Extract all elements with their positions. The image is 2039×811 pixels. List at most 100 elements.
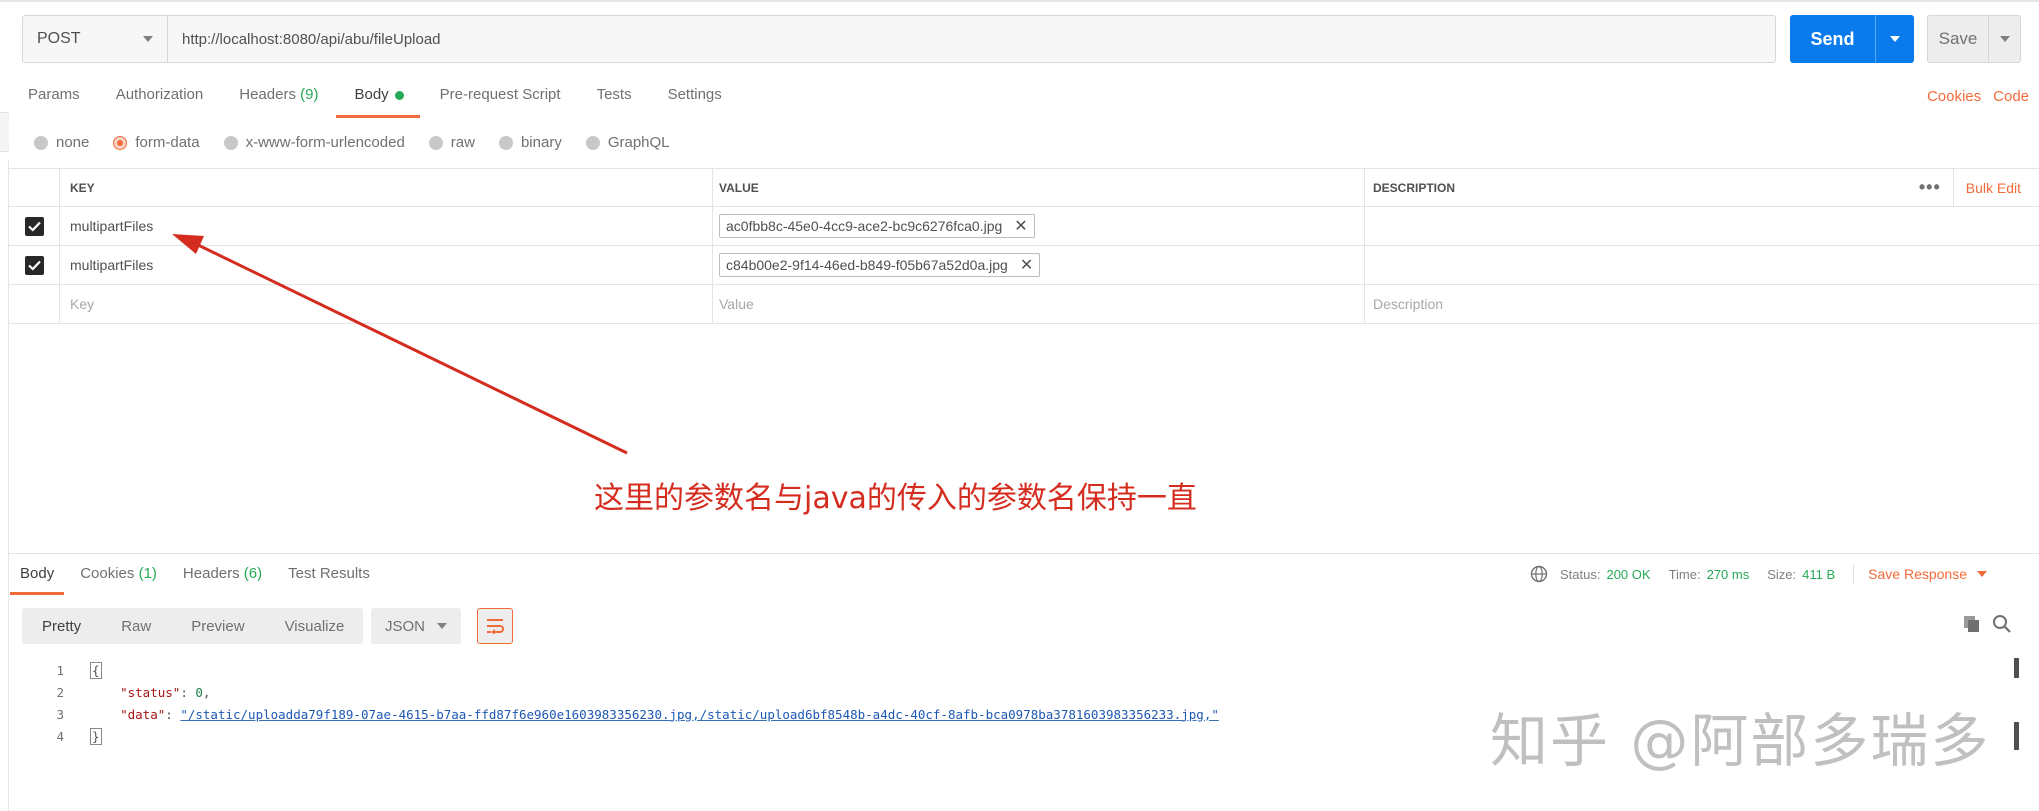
status-label: Status: [1560, 566, 1601, 582]
code-line: 1{ [40, 659, 1219, 681]
tab-label: Authorization [115, 86, 204, 103]
response-status-bar: Status: 200 OK Time: 270 ms Size: 411 B … [1530, 565, 1987, 583]
save-response-label: Save Response [1868, 566, 1967, 582]
tab-label: Settings [667, 86, 722, 103]
code-text: } [90, 727, 102, 745]
tab-response-cookies[interactable]: Cookies (1) [80, 565, 157, 593]
url-input[interactable]: http://localhost:8080/api/abu/fileUpload [168, 16, 1775, 62]
tab-headers[interactable]: Headers (9) [239, 86, 318, 118]
size-value[interactable]: 411 B [1802, 567, 1835, 582]
tab-label: Tests [596, 86, 632, 103]
tab-label: Cookies [80, 565, 135, 582]
key-cell[interactable]: multipartFiles [60, 207, 713, 245]
view-preview[interactable]: Preview [171, 608, 264, 644]
description-input[interactable]: Description [1365, 285, 2039, 323]
value-input[interactable]: Value [713, 285, 1365, 323]
row-checkbox[interactable] [24, 216, 44, 236]
response-tabs: Body Cookies (1) Headers (6) Test Result… [9, 565, 396, 595]
radio-x-www-form-urlencoded[interactable]: x-www-form-urlencoded [223, 134, 405, 151]
key-cell[interactable]: multipartFiles [60, 246, 713, 284]
section-divider [9, 553, 2039, 554]
value-cell[interactable]: c84b00e2-9f14-46ed-b849-f05b67a52d0a.jpg… [713, 246, 1365, 284]
chevron-down-icon [143, 36, 153, 42]
code-line: 3 "data": "/static/uploadda79f189-07ae-4… [40, 703, 1219, 725]
send-button[interactable]: Send [1790, 15, 1914, 63]
value-cell[interactable]: ac0fbb8c-45e0-4cc9-ace2-bc9c6276fca0.jpg… [713, 207, 1365, 245]
tab-label: Pre-request Script [439, 86, 561, 103]
radio-label: form-data [135, 134, 200, 151]
tab-tests[interactable]: Tests [597, 86, 632, 118]
send-label: Send [1810, 28, 1855, 49]
header-check-cell [9, 169, 60, 206]
watermark: 知乎 @阿部多瑞多 [1490, 707, 1991, 775]
save-label: Save [1938, 29, 1978, 48]
view-visualize[interactable]: Visualize [265, 608, 365, 644]
line-number: 3 [56, 706, 64, 722]
table-row-empty: Key Value Description [9, 285, 2039, 324]
copy-icon[interactable] [1962, 614, 1982, 634]
column-description: DESCRIPTION [1373, 180, 1456, 195]
column-key: KEY [60, 169, 713, 206]
wrap-icon [487, 619, 504, 634]
tab-response-body[interactable]: Body [9, 565, 65, 595]
tab-settings[interactable]: Settings [668, 86, 722, 118]
checkmark-icon [27, 260, 41, 271]
radio-icon [34, 135, 48, 150]
status-value[interactable]: 200 OK [1606, 567, 1650, 582]
remove-file-icon[interactable]: ✕ [1020, 255, 1033, 275]
tab-label: Body [354, 86, 389, 103]
file-chip: c84b00e2-9f14-46ed-b849-f05b67a52d0a.jpg… [719, 253, 1041, 277]
cookies-link[interactable]: Cookies [1927, 88, 1981, 105]
description-cell[interactable] [1365, 207, 2039, 245]
json-value-link[interactable]: "/static/uploadda79f189-07ae-4615-b7aa-f… [180, 707, 1219, 722]
json-key: "status" [120, 684, 181, 700]
line-number: 1 [56, 662, 64, 678]
save-options-button[interactable] [1989, 36, 2020, 42]
radio-form-data[interactable]: form-data [113, 134, 200, 151]
remove-file-icon[interactable]: ✕ [1014, 216, 1027, 236]
tab-authorization[interactable]: Authorization [116, 86, 204, 118]
radio-graphql[interactable]: GraphQL [585, 134, 670, 151]
save-button[interactable]: Save [1927, 15, 2021, 63]
tab-test-results[interactable]: Test Results [288, 565, 370, 593]
tab-label: Headers [182, 565, 240, 582]
scrollbar-thumb[interactable] [2014, 722, 2019, 750]
more-options-icon[interactable]: ••• [1907, 169, 1954, 206]
view-raw[interactable]: Raw [101, 608, 171, 644]
wrap-lines-button[interactable] [477, 608, 513, 644]
chevron-down-icon [1890, 36, 1900, 42]
tab-params[interactable]: Params [28, 86, 80, 118]
radio-binary[interactable]: binary [498, 134, 562, 151]
annotation-text: 这里的参数名与java的传入的参数名保持一直 [594, 481, 1197, 516]
radio-none[interactable]: none [34, 134, 89, 151]
view-pretty[interactable]: Pretty [22, 608, 101, 644]
file-name: ac0fbb8c-45e0-4cc9-ace2-bc9c6276fca0.jpg [726, 218, 1003, 234]
json-key: "data" [120, 706, 166, 722]
send-options-button[interactable] [1876, 36, 1914, 42]
scrollbar-thumb[interactable] [2014, 658, 2019, 678]
format-select[interactable]: JSON [371, 608, 461, 644]
code-line: 4} [40, 725, 1219, 747]
tab-body[interactable]: Body [336, 86, 420, 118]
time-value[interactable]: 270 ms [1707, 567, 1750, 582]
radio-label: binary [520, 134, 562, 151]
radio-label: none [56, 134, 90, 151]
key-input[interactable]: Key [60, 285, 713, 323]
bulk-edit-link[interactable]: Bulk Edit [1954, 180, 2039, 196]
radio-icon [498, 135, 513, 150]
body-type-options: none form-data x-www-form-urlencoded raw… [34, 134, 694, 151]
row-checkbox[interactable] [24, 255, 44, 275]
method-label: POST [37, 30, 81, 47]
tab-response-headers[interactable]: Headers (6) [183, 565, 262, 593]
method-select[interactable]: POST [23, 16, 168, 62]
radio-label: raw [450, 134, 475, 151]
save-response-button[interactable]: Save Response [1868, 566, 1987, 582]
search-icon[interactable] [1992, 614, 2012, 634]
globe-icon[interactable] [1530, 565, 1548, 583]
description-cell[interactable] [1365, 246, 2039, 284]
tab-pre-request-script[interactable]: Pre-request Script [440, 86, 561, 118]
response-body-code[interactable]: 1{ 2 "status": 0, 3 "data": "/static/upl… [40, 659, 1219, 747]
chevron-down-icon [1999, 36, 2010, 42]
code-link[interactable]: Code [1993, 88, 2029, 105]
radio-raw[interactable]: raw [428, 134, 475, 151]
